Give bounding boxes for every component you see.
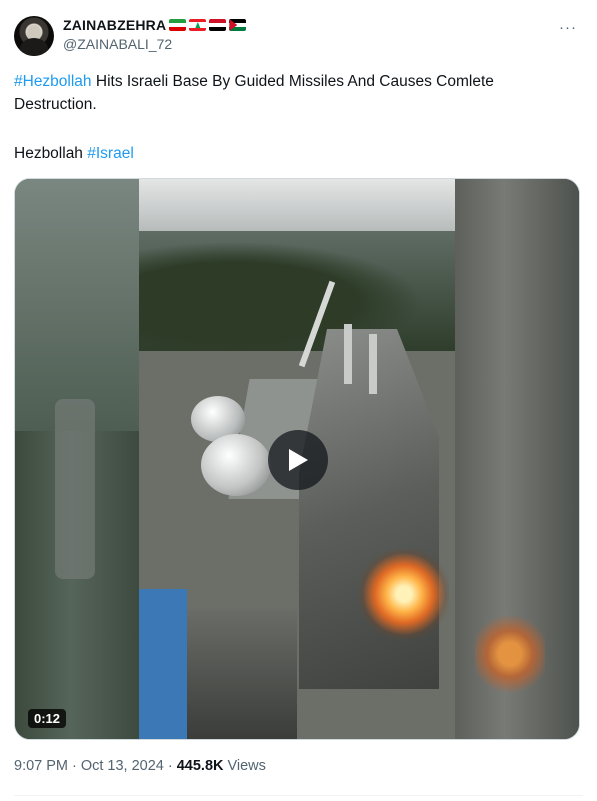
tweet-card: ZAINABZEHRA @ZAINABALI_72 ··· #Hezbollah… xyxy=(0,0,597,801)
more-options-button[interactable]: ··· xyxy=(557,16,579,38)
tweet-header: ZAINABZEHRA @ZAINABALI_72 ··· xyxy=(14,14,583,58)
lebanon-flag-icon xyxy=(189,19,207,31)
tweet-time[interactable]: 9:07 PM xyxy=(14,758,68,774)
video-trees xyxy=(139,231,455,351)
video-wall xyxy=(187,609,297,739)
user-handle[interactable]: @ZAINABALI_72 xyxy=(63,36,172,52)
video-fire xyxy=(359,549,449,639)
video-blur-right xyxy=(455,179,579,739)
video-tank xyxy=(201,434,271,496)
tweet-text-line2: Hezbollah #Israel xyxy=(14,142,574,165)
hashtag-hezbollah[interactable]: #Hezbollah xyxy=(14,73,92,90)
video-blur-left xyxy=(15,179,139,739)
meta-separator: · xyxy=(167,758,173,774)
avatar-scarf xyxy=(20,38,48,56)
avatar[interactable] xyxy=(14,16,54,56)
iran-flag-icon xyxy=(169,19,187,31)
views-count: 445.8K xyxy=(176,758,224,774)
video-player[interactable]: 0:12 xyxy=(14,178,580,740)
tweet-meta: 9:07 PM · Oct 13, 2024 · 445.8K Views xyxy=(14,758,266,774)
video-sky xyxy=(139,179,455,231)
palestine-flag-icon xyxy=(229,19,247,31)
video-pipe xyxy=(344,324,352,384)
divider xyxy=(14,795,583,796)
video-blue-container xyxy=(139,589,187,739)
video-duration-badge: 0:12 xyxy=(28,709,67,728)
play-button[interactable] xyxy=(268,430,328,490)
yemen-flag-icon xyxy=(209,19,227,31)
tweet-text-line1: #Hezbollah Hits Israeli Base By Guided M… xyxy=(14,70,574,116)
play-icon xyxy=(289,449,308,471)
meta-separator: · xyxy=(72,758,77,774)
tweet-date[interactable]: Oct 13, 2024 xyxy=(81,758,164,774)
tweet-text: #Hezbollah Hits Israeli Base By Guided M… xyxy=(14,70,574,165)
video-pipe xyxy=(369,334,377,394)
name-row: ZAINABZEHRA xyxy=(63,17,247,33)
tweet-text-hezbollah: Hezbollah xyxy=(14,145,88,162)
hashtag-israel[interactable]: #Israel xyxy=(87,145,134,162)
more-icon: ··· xyxy=(559,18,577,36)
views-label: Views xyxy=(227,758,266,774)
display-name[interactable]: ZAINABZEHRA xyxy=(63,17,166,33)
